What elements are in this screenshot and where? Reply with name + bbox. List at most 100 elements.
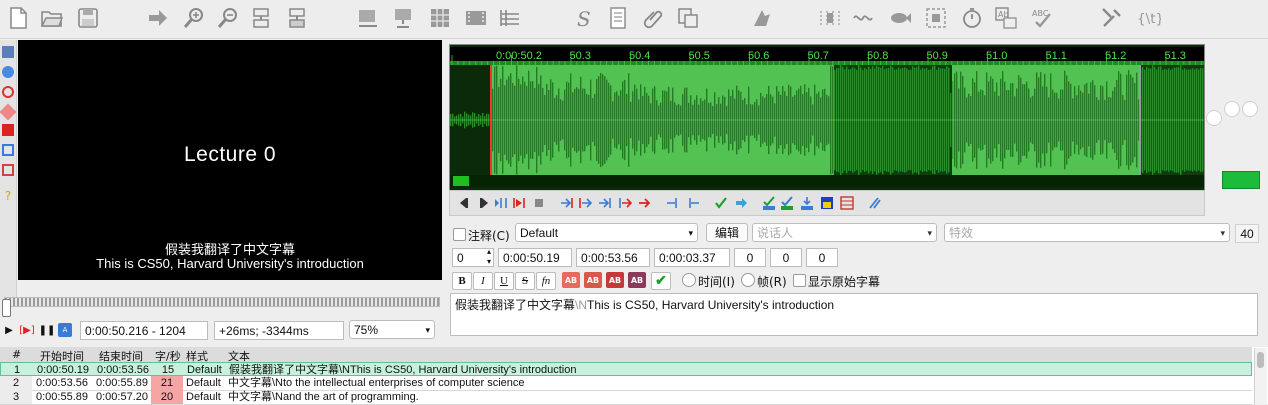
go-to-icon[interactable]	[734, 196, 748, 210]
commit-icon[interactable]	[714, 196, 728, 210]
audio-waveform-display[interactable]: 0:00:50.2 50.3 50.4 50.5 50.6 50.7 50.8 50.9 51.…	[449, 44, 1205, 191]
fonts-icon[interactable]	[676, 5, 700, 31]
actor-select[interactable]: 说话人 ▾	[752, 223, 937, 242]
video-time-frame-field[interactable]: 0:00:50.216 - 1204	[80, 321, 208, 340]
play-current-line-icon[interactable]	[512, 196, 526, 210]
new-file-icon[interactable]	[6, 5, 30, 31]
underline-button[interactable]: U	[494, 272, 514, 290]
check-icon[interactable]: ABC	[1030, 5, 1054, 31]
italic-button[interactable]: I	[473, 272, 493, 290]
primary-color-button[interactable]: AB	[562, 272, 580, 288]
play-after-start-icon[interactable]	[578, 196, 593, 210]
standard-tool-icon[interactable]	[2, 46, 14, 58]
margin-vertical-field[interactable]: 0	[806, 248, 838, 267]
subtitle-text-editor[interactable]: 假装我翻译了中文字幕\NThis is CS50, Harvard Univer…	[450, 293, 1258, 336]
arrow-right-icon[interactable]	[146, 5, 170, 31]
lead-out-icon[interactable]	[686, 196, 700, 210]
styles-icon[interactable]	[356, 5, 380, 31]
replace-icon[interactable]	[286, 5, 310, 31]
video-offset-field[interactable]: +26ms; -3344ms	[214, 321, 344, 340]
strikeout-button[interactable]: S	[515, 272, 535, 290]
spectrum-icon[interactable]	[820, 196, 834, 210]
select-icon[interactable]	[924, 5, 948, 31]
audio-zoom-dot-1[interactable]	[1206, 110, 1222, 126]
margin-right-field[interactable]: 0	[770, 248, 802, 267]
stop-icon[interactable]: ❚❚	[39, 323, 56, 337]
auto-next-icon[interactable]	[780, 196, 794, 210]
grid-icon[interactable]	[498, 5, 522, 31]
table-row[interactable]: 3 0:00:55.89 0:00:57.20 20 Default 中文字幕\…	[0, 390, 1252, 405]
scrollbar-thumb[interactable]	[1257, 352, 1264, 368]
bold-button[interactable]: B	[452, 272, 472, 290]
time-radio[interactable]	[682, 273, 696, 287]
timer-icon[interactable]	[960, 5, 984, 31]
font-button[interactable]: fn	[536, 272, 556, 290]
attachments-icon[interactable]	[392, 5, 416, 31]
play-to-end-icon[interactable]	[638, 196, 652, 210]
play-before-icon[interactable]	[560, 196, 574, 210]
find-icon[interactable]	[250, 5, 274, 31]
shadow-color-button[interactable]: AB	[628, 272, 646, 288]
drag-tool-icon[interactable]	[2, 66, 14, 78]
comment-checkbox[interactable]	[453, 228, 466, 241]
play-line-icon[interactable]: [▶]	[19, 323, 35, 337]
effect-select[interactable]: 特效 ▾	[944, 223, 1230, 242]
seek-slider-thumb[interactable]	[2, 299, 11, 317]
margin-left-field[interactable]: 0	[734, 248, 766, 267]
show-original-checkbox[interactable]	[793, 274, 806, 287]
vector-clip-icon[interactable]	[2, 164, 14, 176]
paperclip-icon[interactable]	[642, 5, 666, 31]
s-icon[interactable]: S	[572, 5, 596, 31]
shift-times-icon[interactable]	[852, 5, 876, 31]
zoom-in-icon[interactable]	[182, 5, 206, 31]
table-row[interactable]: 1 0:00:50.19 0:00:53.56 15 Default 假装我翻译…	[0, 362, 1252, 376]
outline-color-button[interactable]: AB	[606, 272, 624, 288]
auto-commit-icon[interactable]	[762, 196, 776, 210]
resample-icon[interactable]	[750, 5, 774, 31]
video-display[interactable]: Lecture 0 假装我翻译了中文字幕 This is CS50, Harva…	[18, 40, 442, 280]
commit-check-icon[interactable]: ✔	[651, 272, 671, 290]
start-time-field[interactable]: 0:00:50.19	[498, 248, 572, 267]
previous-line-icon[interactable]	[458, 196, 472, 210]
style-select[interactable]: Default ▾	[515, 223, 698, 242]
fish-icon[interactable]	[888, 5, 912, 31]
clip-icon[interactable]	[2, 144, 14, 156]
tools-icon[interactable]	[1100, 5, 1124, 31]
audio-vertical-zoom-toggle[interactable]	[1222, 171, 1260, 189]
rotate-z-icon[interactable]	[2, 86, 14, 98]
open-folder-icon[interactable]	[40, 5, 64, 31]
table-row[interactable]: 2 0:00:53.56 0:00:55.89 21 Default 中文字幕\…	[0, 376, 1252, 391]
frame-radio[interactable]	[741, 273, 755, 287]
video-zoom-select[interactable]: 75% ▾	[349, 320, 435, 339]
automation-icon[interactable]: {\t}	[1134, 5, 1164, 31]
karaoke-split-icon[interactable]	[868, 196, 882, 210]
video-seek-bar[interactable]	[4, 297, 440, 307]
translate-icon[interactable]: Ab	[994, 5, 1018, 31]
play-after-end-icon[interactable]	[618, 196, 633, 210]
rotate-xy-icon[interactable]	[0, 103, 17, 121]
duration-field[interactable]: 0:00:03.37	[654, 248, 730, 267]
end-time-field[interactable]: 0:00:53.56	[576, 248, 650, 267]
spell-icon[interactable]	[818, 5, 842, 31]
audio-zoom-dot-2[interactable]	[1224, 101, 1240, 117]
layer-spinner[interactable]: 0 ▴ ▾	[452, 248, 494, 267]
grid-vertical-scrollbar[interactable]	[1254, 348, 1267, 404]
karaoke-icon[interactable]	[840, 196, 854, 210]
play-icon[interactable]: ▶	[2, 323, 16, 337]
save-icon[interactable]	[76, 5, 100, 31]
secondary-color-button[interactable]: AB	[584, 272, 602, 288]
video-icon[interactable]	[464, 5, 488, 31]
auto-scroll-icon[interactable]: A	[58, 323, 72, 337]
play-before-end-icon[interactable]	[598, 196, 612, 210]
lead-in-icon[interactable]	[666, 196, 680, 210]
next-line-icon[interactable]	[476, 196, 490, 210]
document-icon[interactable]	[606, 5, 630, 31]
stop-audio-icon[interactable]	[532, 196, 546, 210]
scale-icon[interactable]	[2, 124, 14, 136]
audio-zoom-dot-3[interactable]	[1242, 101, 1258, 117]
properties-icon[interactable]	[428, 5, 452, 31]
edit-style-button[interactable]: 编辑	[706, 223, 748, 242]
play-selection-icon[interactable]	[494, 196, 508, 210]
spinner-arrows-icon[interactable]: ▴ ▾	[487, 249, 491, 266]
auto-scroll-audio-icon[interactable]	[800, 196, 814, 210]
